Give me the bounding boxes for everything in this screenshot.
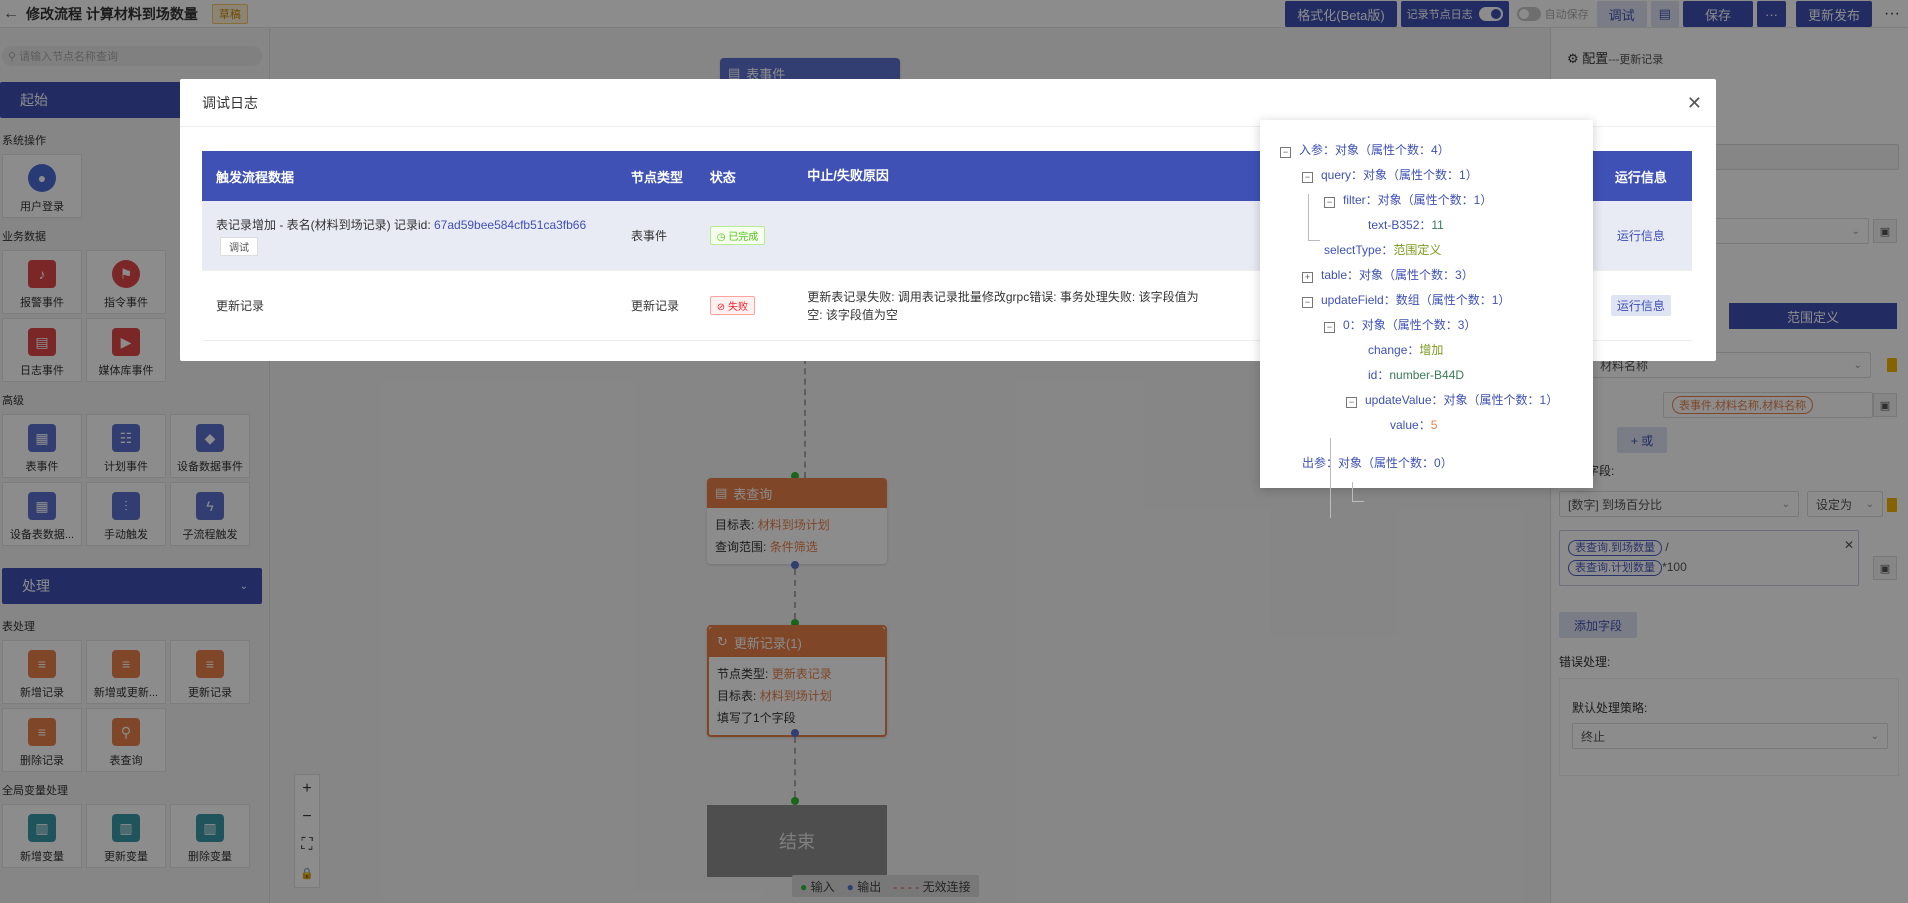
cell-status: ◷ 已完成 [698,226,795,245]
json-line-input: − 入参：对象（属性个数：4） [1280,142,1450,158]
debug-tag: 调试 [220,236,258,256]
json-line-filter: − filter：对象（属性个数：1） [1324,192,1492,208]
col-type: 节点类型 [630,169,683,185]
tree-guide [1352,482,1353,502]
expand-icon[interactable]: + [1302,272,1313,283]
tree-guide [1308,194,1309,240]
json-line-id: id：number-B44D [1368,368,1465,382]
collapse-icon[interactable]: − [1280,147,1291,158]
col-trigger: 触发流程数据 [216,169,295,185]
json-line-text: text-B352：11 [1368,218,1444,232]
json-line-change: change：增加 [1368,343,1444,357]
cell-type: 表事件 [630,229,667,243]
close-icon[interactable]: ✕ [1687,93,1702,114]
collapse-icon[interactable]: − [1324,322,1335,333]
json-line-query: − query：对象（属性个数：1） [1302,167,1478,183]
run-info-link[interactable]: 运行信息 [1610,295,1671,316]
cell-trigger: 更新记录 [216,299,265,313]
run-info-link[interactable]: 运行信息 [1611,225,1671,246]
reason-text: 更新表记录失败: 调用表记录批量修改grpc错误: 事务处理失败: 该字段值为空… [807,289,1199,322]
json-line-zero: −0：对象（属性个数：3） [1324,317,1476,333]
col-status: 状态 [709,169,736,185]
collapse-icon[interactable]: − [1302,297,1313,308]
tree-guide [1308,240,1320,241]
tree-guide [1330,438,1331,518]
cell-type: 更新记录 [630,299,679,313]
cell-status: ⊘ 失败 [698,296,795,315]
json-line-output: 出参：对象（属性个数：0） [1302,456,1453,470]
json-line-updatefield: − updateField：数组（属性个数：1） [1302,292,1510,308]
col-runinfo: 运行信息 [1614,169,1667,185]
collapse-icon[interactable]: − [1324,197,1335,208]
json-line-table: + table：对象（属性个数：3） [1302,267,1474,283]
status-badge: ⊘ 失败 [709,296,755,315]
cell-runinfo: 运行信息 [1590,225,1692,246]
json-line-value: value：5 [1390,418,1438,432]
record-id: 67ad59bee584cfb51ca3fb66 [434,217,587,232]
modal-title: 调试日志 [202,94,258,111]
json-line-selecttype: selectType：范围定义 [1324,243,1442,257]
collapse-icon[interactable]: − [1302,172,1313,183]
run-info-popover: − 入参：对象（属性个数：4） − query：对象（属性个数：1） − filter… [1260,120,1593,518]
collapse-icon[interactable]: − [1346,397,1357,408]
cell-trigger: 表记录增加 - 表名(材料到场记录) 记录id: 67ad59bee584cfb… [202,216,619,256]
tree-guide [1352,501,1364,502]
trigger-text: 表记录增加 - 表名(材料到场记录) 记录id: [216,217,434,232]
status-badge: ◷ 已完成 [709,226,766,245]
json-line-updatevalue: − updateValue：对象（属性个数：1） [1346,392,1558,408]
cell-runinfo: 运行信息 [1590,295,1692,316]
